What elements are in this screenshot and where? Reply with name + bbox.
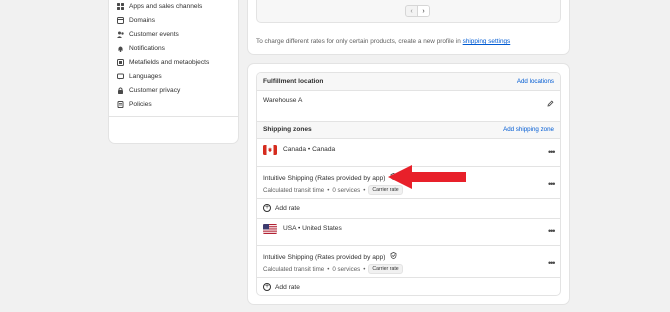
divider (257, 138, 560, 139)
lock-icon (117, 86, 124, 94)
fulfillment-title: Fulfillment location (263, 78, 324, 85)
location-name: Warehouse A (263, 97, 303, 104)
add-rate-label: Add rate (275, 204, 300, 212)
bell-icon (117, 45, 124, 52)
rate-name: Intuitive Shipping (Rates provided by ap… (263, 252, 397, 261)
sidebar-item-notifications[interactable]: Notifications (117, 42, 232, 54)
sidebar-item-label: Customer privacy (129, 86, 181, 94)
add-locations-link[interactable]: Add locations (517, 78, 554, 85)
canada-flag-icon (263, 145, 277, 155)
red-arrow-annotation (388, 165, 466, 189)
zone-menu-button[interactable]: ••• (548, 227, 556, 236)
metafields-icon (117, 58, 124, 66)
products-card: ‹ › To charge different rates for only c… (248, 0, 569, 54)
divider (257, 198, 560, 199)
sidebar-item-label: Domains (129, 16, 156, 24)
add-rate-label: Add rate (275, 283, 300, 291)
fulfillment-header: Fulfillment location Add locations (257, 73, 560, 90)
shipping-settings-link[interactable]: shipping settings (463, 38, 511, 45)
edit-location-pencil-icon[interactable] (547, 100, 554, 109)
sidebar-item-label: Customer events (129, 30, 179, 38)
language-icon (117, 73, 124, 80)
sidebar-item-label: Policies (129, 100, 152, 108)
rate-details: Calculated transit time • 0 services • C… (263, 264, 403, 274)
separator: • (363, 265, 366, 273)
shield-check-icon (390, 252, 397, 259)
add-rate-button[interactable]: + Add rate (263, 283, 300, 291)
pagination: ‹ › (405, 5, 430, 17)
shipping-zones-header: Shipping zones Add shipping zone (257, 121, 560, 138)
zone-name: Canada • Canada (283, 146, 336, 153)
rate-name-text: Intuitive Shipping (Rates provided by ap… (263, 175, 386, 182)
transit-text: Calculated transit time (263, 265, 325, 273)
plus-circle-icon: + (263, 204, 271, 212)
sidebar-item-languages[interactable]: Languages (117, 70, 232, 82)
sidebar-item-label: Apps and sales channels (129, 2, 203, 10)
settings-sidebar: Apps and sales channels Domains Customer… (109, 0, 238, 143)
sidebar-item-domains[interactable]: Domains (117, 14, 232, 26)
products-list: ‹ › (256, 0, 561, 23)
zone-name: USA • United States (283, 225, 342, 232)
apps-icon (117, 2, 124, 10)
shipping-zones-title: Shipping zones (263, 126, 312, 133)
zone-menu-button[interactable]: ••• (548, 148, 556, 157)
sidebar-item-customer-events[interactable]: Customer events (117, 28, 232, 40)
customer-events-icon (117, 31, 124, 38)
profile-hint: To charge different rates for only certa… (256, 38, 510, 45)
sidebar-item-label: Languages (129, 72, 162, 80)
add-rate-button[interactable]: + Add rate (263, 204, 300, 212)
separator: • (363, 186, 366, 194)
divider (257, 218, 560, 219)
transit-text: Calculated transit time (263, 186, 325, 194)
policy-icon (117, 100, 124, 108)
services-count: 0 services (332, 186, 361, 194)
rate-name: Intuitive Shipping (Rates provided by ap… (263, 173, 397, 182)
services-count: 0 services (332, 265, 361, 273)
sidebar-item-label: Metafields and metaobjects (129, 58, 210, 66)
separator: • (327, 265, 330, 273)
usa-flag-icon (263, 224, 277, 234)
prev-page-button[interactable]: ‹ (406, 6, 417, 16)
sidebar-item-policies[interactable]: Policies (117, 98, 232, 110)
sidebar-item-apps[interactable]: Apps and sales channels (117, 0, 232, 12)
divider (257, 245, 560, 246)
sidebar-item-metafields[interactable]: Metafields and metaobjects (117, 56, 232, 68)
divider (257, 277, 560, 278)
separator: • (327, 186, 330, 194)
sidebar-divider (109, 116, 238, 117)
plus-circle-icon: + (263, 283, 271, 291)
carrier-rate-badge: Carrier rate (368, 264, 403, 274)
sidebar-item-label: Notifications (129, 44, 165, 52)
rate-name-text: Intuitive Shipping (Rates provided by ap… (263, 254, 386, 261)
hint-text: To charge different rates for only certa… (256, 38, 461, 45)
next-page-button[interactable]: › (417, 6, 429, 16)
domain-icon (117, 16, 124, 24)
divider (257, 121, 560, 122)
rate-menu-button[interactable]: ••• (548, 180, 556, 189)
rate-menu-button[interactable]: ••• (548, 259, 556, 268)
divider (257, 90, 560, 91)
sidebar-item-customer-privacy[interactable]: Customer privacy (117, 84, 232, 96)
rate-details: Calculated transit time • 0 services • C… (263, 185, 403, 195)
add-shipping-zone-link[interactable]: Add shipping zone (503, 126, 554, 133)
